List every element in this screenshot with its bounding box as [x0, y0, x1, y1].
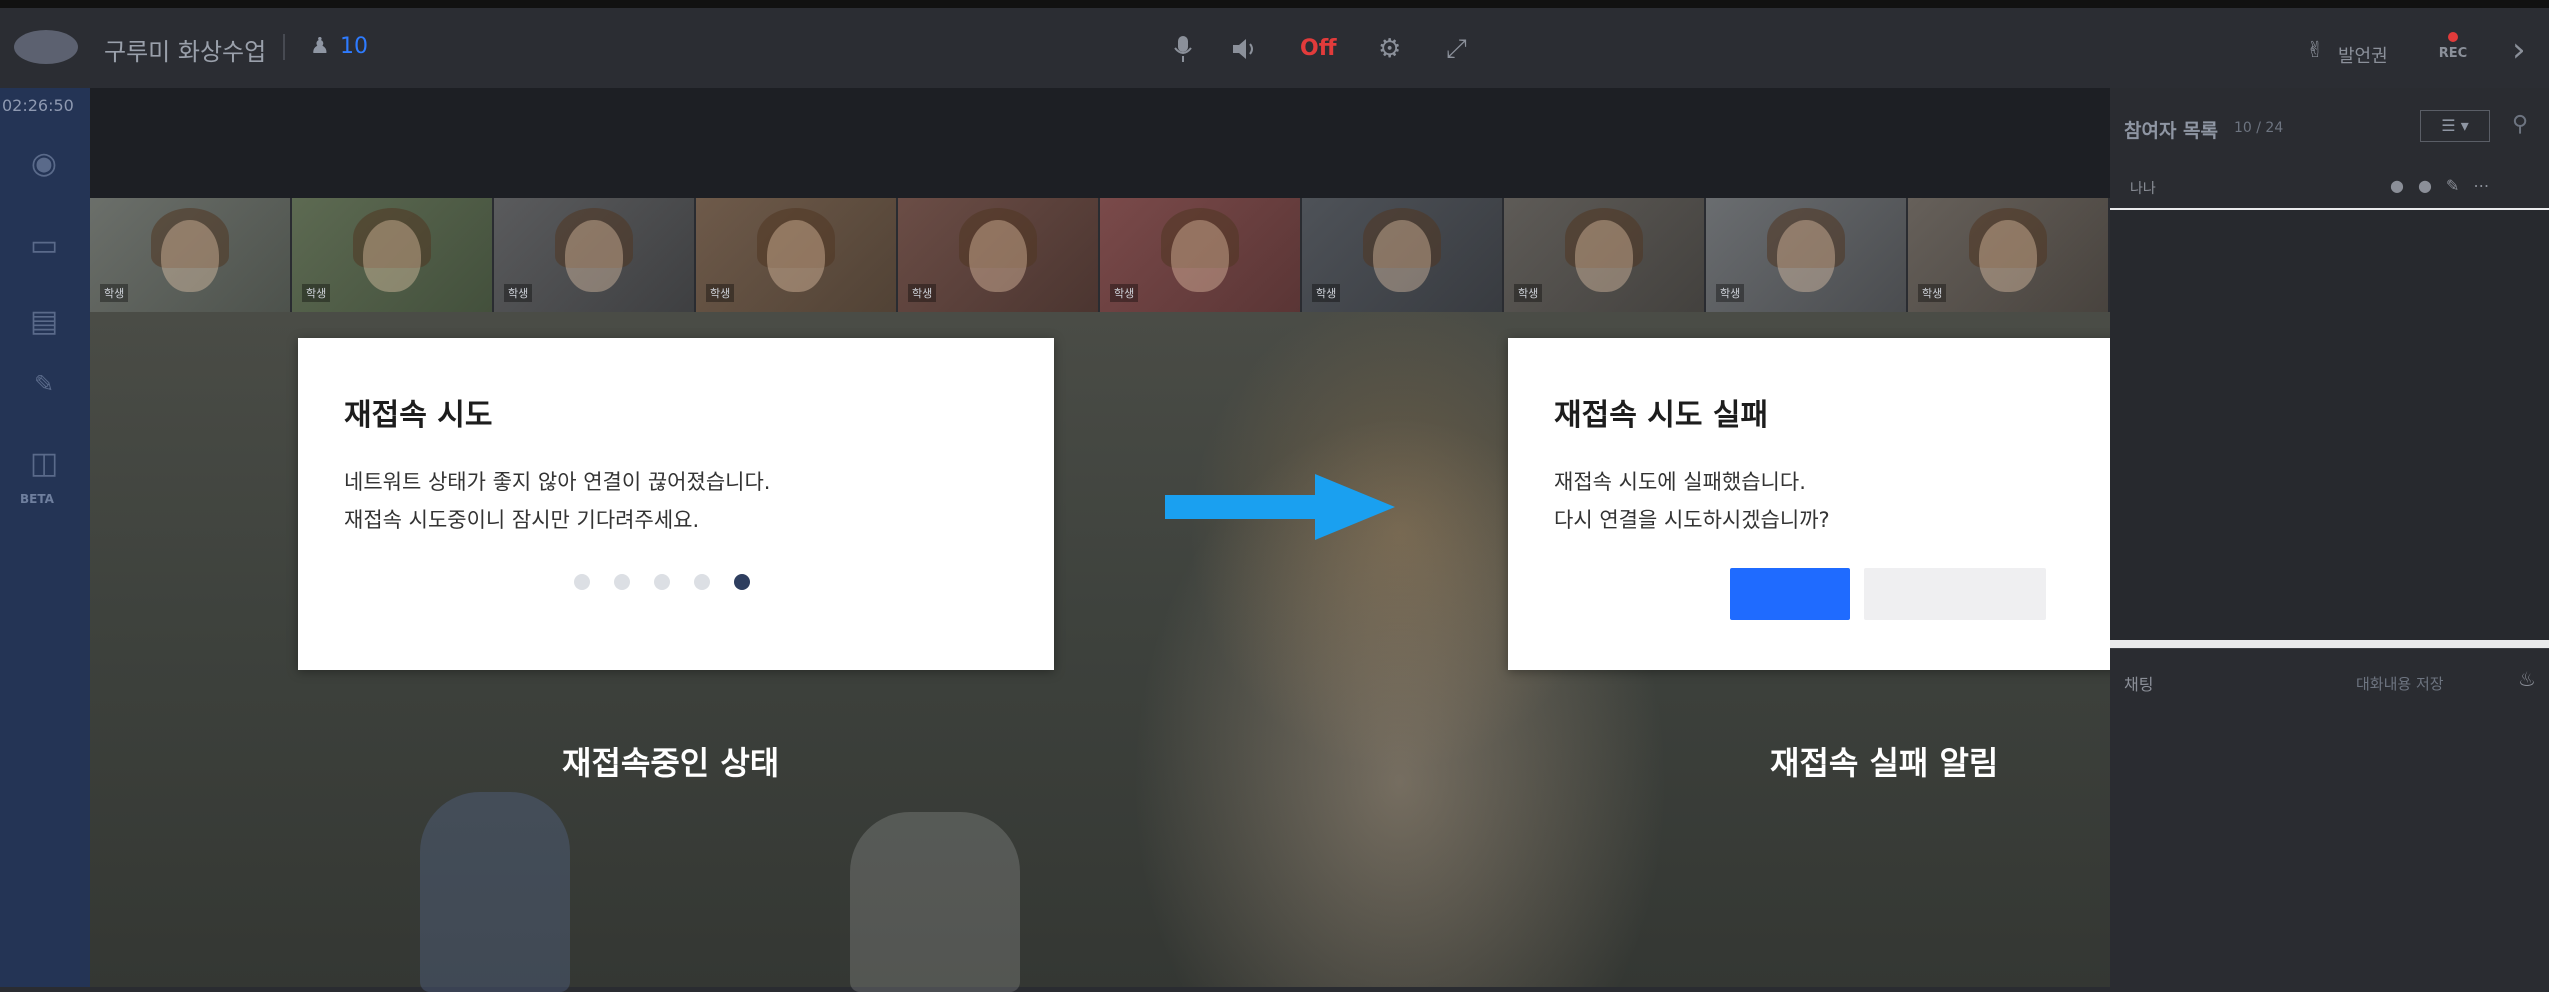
- participants-list: [2110, 210, 2549, 640]
- microphone-icon[interactable]: [1172, 34, 1194, 71]
- participant-face: [1373, 220, 1431, 292]
- screen-share-icon[interactable]: ▭: [22, 228, 66, 272]
- rec-button[interactable]: REC: [2430, 30, 2476, 76]
- speak-right-label[interactable]: 발언권: [2338, 42, 2388, 68]
- thumbnail-tag: 학생: [1918, 284, 1947, 302]
- app-logo: [14, 30, 78, 64]
- title-divider: [283, 34, 285, 60]
- whiteboard-icon[interactable]: ✎: [22, 370, 66, 414]
- bell-icon[interactable]: ♨: [2518, 667, 2536, 691]
- participant-face: [767, 220, 825, 292]
- thumbnail-tag: 학생: [302, 284, 331, 302]
- participant-thumbnail[interactable]: 학생: [898, 198, 1100, 312]
- thumbnail-tag: 학생: [504, 284, 533, 302]
- right-panel: 참여자 목록 10 / 24 ☰ ▾ ⚲ 나나 ●●✎⋯ 채팅 대화내용 저장 …: [2110, 88, 2549, 988]
- participant-face: [565, 220, 623, 292]
- user-count: 10: [340, 34, 368, 59]
- background-figure: [420, 792, 570, 992]
- thumbnail-tag: 학생: [100, 284, 129, 302]
- search-icon[interactable]: ⚲: [2512, 112, 2528, 137]
- participant-thumbnails: 학생 학생 학생 학생 학생 학생 학생 학생 학생 학생: [90, 198, 2110, 312]
- user-icon: ♟: [310, 34, 330, 59]
- camera-off-icon[interactable]: Off: [1300, 36, 1337, 61]
- dialog-title: 재접속 시도 실패: [1554, 398, 1769, 433]
- dialog-title: 재접속 시도: [344, 398, 493, 433]
- thumbnail-tag: 학생: [1312, 284, 1341, 302]
- class-title: 구루미 화상수업: [104, 38, 267, 66]
- thumbnail-tag: 학생: [908, 284, 937, 302]
- progress-dot: [694, 574, 710, 590]
- chat-panel: 채팅 대화내용 저장 ♨: [2110, 648, 2549, 988]
- participant-row[interactable]: 나나 ●●✎⋯: [2110, 168, 2549, 208]
- participants-title: 참여자 목록: [2124, 120, 2219, 142]
- participant-face: [363, 220, 421, 292]
- participant-face: [1979, 220, 2037, 292]
- participant-thumbnail[interactable]: 학생: [1706, 198, 1908, 312]
- hand-icon: ✌: [2306, 38, 2325, 63]
- book-icon[interactable]: ◫: [22, 446, 66, 490]
- beta-badge: BETA: [20, 492, 54, 506]
- participant-thumbnail[interactable]: 학생: [696, 198, 898, 312]
- list-view-select[interactable]: ☰ ▾: [2420, 110, 2490, 142]
- participant-face: [1575, 220, 1633, 292]
- chat-save-link[interactable]: 대화내용 저장: [2356, 673, 2444, 694]
- fullscreen-icon[interactable]: ⤢: [1446, 34, 1467, 65]
- retry-button[interactable]: [1730, 568, 1850, 620]
- dialog-message-line: 재접속 시도중이니 잠시만 기다려주세요.: [344, 508, 700, 532]
- participant-thumbnail[interactable]: 학생: [1302, 198, 1504, 312]
- document-icon[interactable]: ▤: [22, 304, 66, 348]
- arrow-right-icon: [1165, 474, 1395, 540]
- reconnecting-state-label: 재접속중인 상태: [562, 744, 780, 782]
- thumbnail-tag: 학생: [1716, 284, 1745, 302]
- reconnect-fail-label: 재접속 실패 알림: [1770, 744, 1999, 782]
- participant-thumbnail[interactable]: 학생: [90, 198, 292, 312]
- header-strip: [90, 88, 2110, 198]
- progress-dot: [654, 574, 670, 590]
- top-bar: 구루미 화상수업 ♟ 10 Off ⚙ ⤢ ✌ 발언권 REC ›: [0, 0, 2549, 88]
- chevron-right-icon[interactable]: ›: [2512, 30, 2526, 70]
- background-figure: [850, 812, 1020, 992]
- participant-name: 나나: [2130, 181, 2156, 197]
- reconnect-dialog: 재접속 시도 네트워트 상태가 좋지 않아 연결이 끊어졌습니다. 재접속 시도…: [298, 338, 1054, 670]
- left-sidebar: 02:26:50 ◉ ▭ ▤ ✎ BETA ◫: [0, 88, 90, 987]
- progress-dots: [574, 574, 750, 590]
- settings-icon[interactable]: ⚙: [1378, 34, 1401, 64]
- dialog-message-line: 재접속 시도에 실패했습니다.: [1554, 470, 1806, 494]
- participants-count: 10 / 24: [2234, 120, 2284, 136]
- participant-thumbnail[interactable]: 학생: [1504, 198, 1706, 312]
- participant-thumbnail[interactable]: 학생: [494, 198, 696, 312]
- participant-face: [969, 220, 1027, 292]
- progress-dot-active: [734, 574, 750, 590]
- chat-title: 채팅: [2124, 675, 2154, 694]
- participant-thumbnail[interactable]: 학생: [292, 198, 494, 312]
- rec-label: REC: [2438, 46, 2468, 61]
- dialog-message-line: 네트워트 상태가 좋지 않아 연결이 끊어졌습니다.: [344, 470, 771, 494]
- dialog-message-line: 다시 연결을 시도하시겠습니까?: [1554, 508, 1830, 532]
- progress-dot: [574, 574, 590, 590]
- thumbnail-tag: 학생: [1514, 284, 1543, 302]
- participant-face: [161, 220, 219, 292]
- participant-thumbnail[interactable]: 학생: [1100, 198, 1302, 312]
- participant-thumbnail[interactable]: 학생: [1908, 198, 2110, 312]
- participant-controls[interactable]: ●●✎⋯: [2390, 176, 2503, 195]
- speaker-icon[interactable]: [1230, 34, 1260, 71]
- user-circle-icon[interactable]: ◉: [22, 146, 66, 190]
- session-timer: 02:26:50: [2, 96, 74, 115]
- rec-dot-icon: [2448, 32, 2458, 42]
- participant-face: [1777, 220, 1835, 292]
- thumbnail-tag: 학생: [706, 284, 735, 302]
- participant-face: [1171, 220, 1229, 292]
- cancel-button[interactable]: [1864, 568, 2046, 620]
- progress-dot: [614, 574, 630, 590]
- thumbnail-tag: 학생: [1110, 284, 1139, 302]
